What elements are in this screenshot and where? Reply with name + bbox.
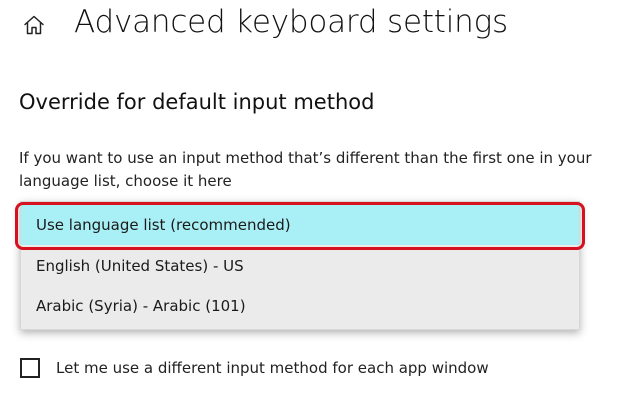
dropdown-option-arabic-syria[interactable]: Arabic (Syria) - Arabic (101) bbox=[21, 286, 579, 326]
per-app-input-method-checkbox-row[interactable]: Let me use a different input method for … bbox=[20, 355, 489, 381]
dropdown-option-label: Use language list (recommended) bbox=[36, 216, 291, 234]
dropdown-option-use-language-list[interactable]: Use language list (recommended) bbox=[21, 205, 579, 245]
home-icon bbox=[22, 13, 46, 41]
home-button[interactable] bbox=[20, 13, 48, 41]
page-title: Advanced keyboard settings bbox=[74, 4, 508, 40]
section-title: Override for default input method bbox=[19, 90, 375, 114]
input-method-dropdown-list[interactable]: Use language list (recommended) English … bbox=[20, 201, 580, 330]
checkbox-label: Let me use a different input method for … bbox=[56, 359, 489, 377]
per-app-input-method-checkbox[interactable] bbox=[20, 358, 40, 378]
page-header: Advanced keyboard settings bbox=[0, 0, 628, 56]
dropdown-option-english-us[interactable]: English (United States) - US bbox=[21, 246, 579, 286]
dropdown-option-label: English (United States) - US bbox=[36, 257, 244, 275]
section-description: If you want to use an input method that’… bbox=[19, 149, 592, 190]
dropdown-option-label: Arabic (Syria) - Arabic (101) bbox=[36, 297, 246, 315]
